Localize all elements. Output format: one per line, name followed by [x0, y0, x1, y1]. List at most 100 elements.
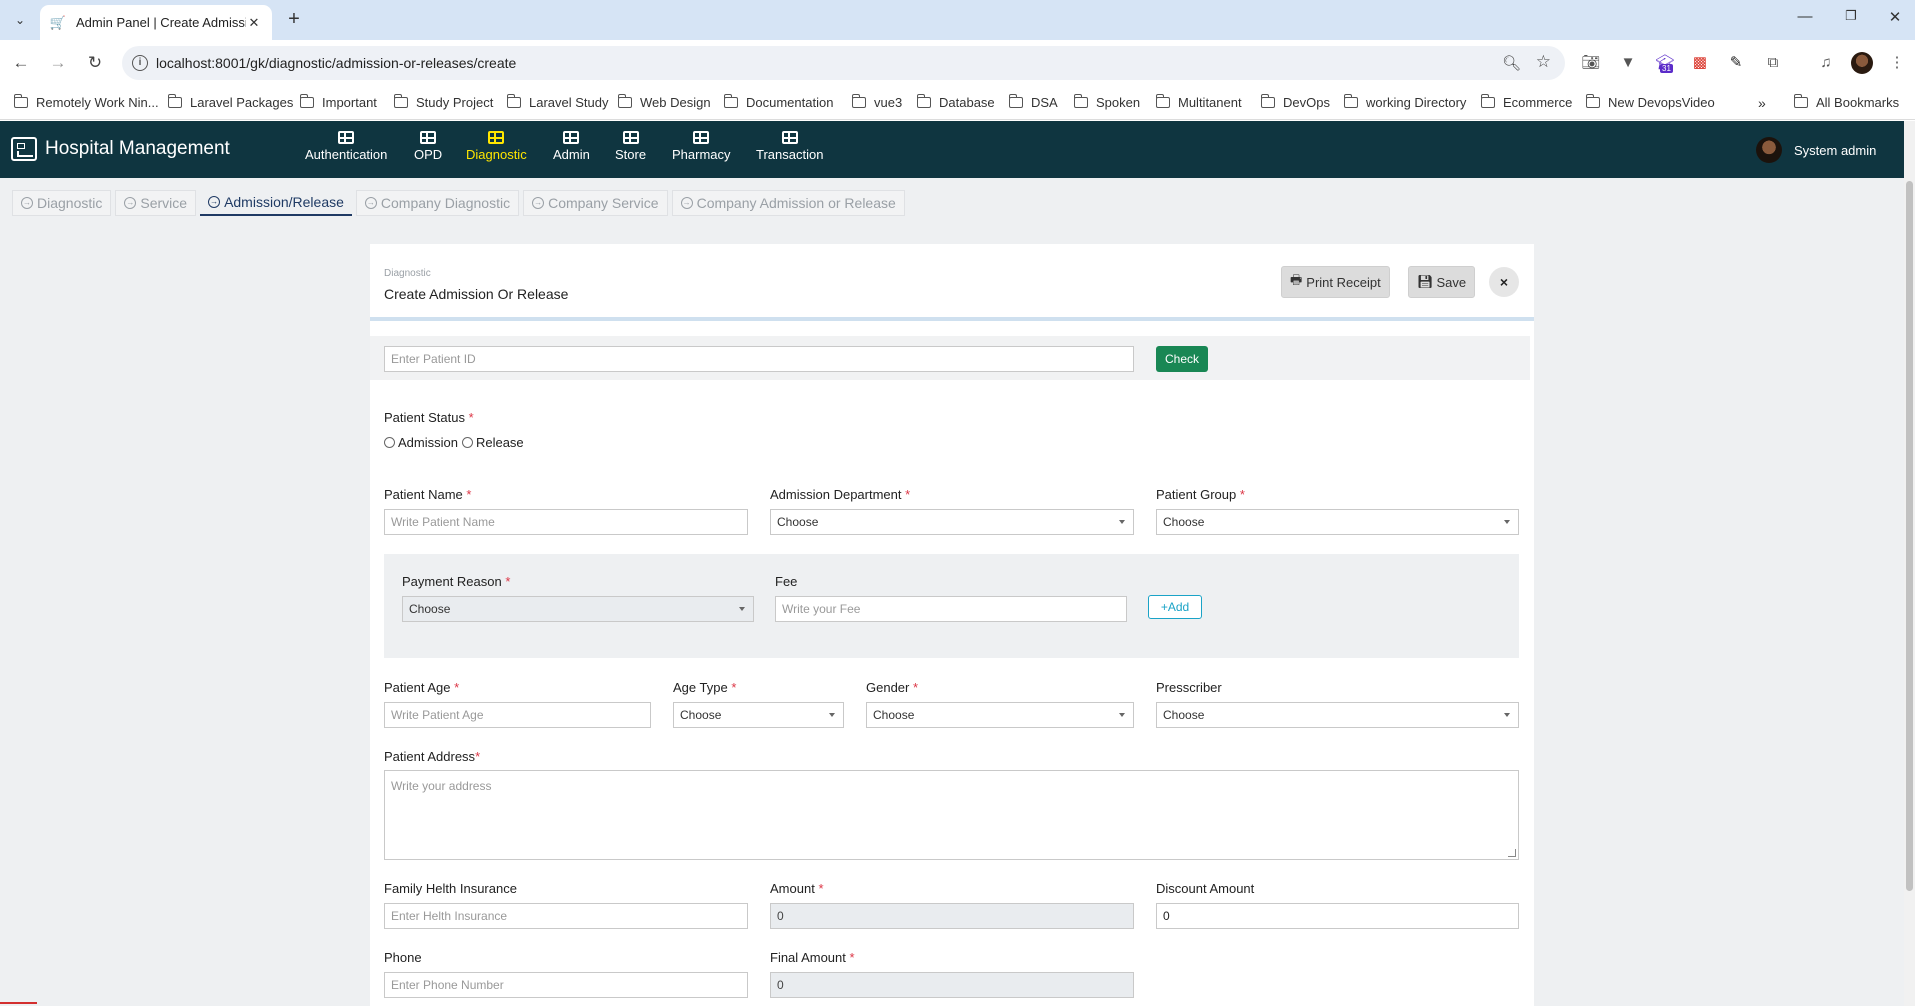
print-receipt-button[interactable]: 🖶 Print Receipt [1281, 266, 1390, 298]
insurance-input[interactable]: Enter Helth Insurance [384, 903, 748, 929]
restore-icon[interactable]: ❐ [1831, 8, 1871, 32]
nav-store[interactable]: Store [615, 131, 646, 162]
bookmark-item[interactable]: Laravel Packages [167, 94, 293, 110]
subtab-service[interactable]: → Service [115, 190, 197, 216]
table-icon [420, 131, 437, 144]
bookmark-star-icon[interactable]: ☆ [1536, 52, 1551, 72]
caret-down-icon [1504, 520, 1510, 524]
nav-pharmacy[interactable]: Pharmacy [672, 131, 731, 162]
reload-icon[interactable]: ↻ [84, 52, 106, 74]
bookmark-item[interactable]: Database [916, 94, 995, 110]
patient-check-row: Enter Patient ID Check [370, 336, 1530, 380]
url-omnibox[interactable]: i localhost:8001/gk/diagnostic/admission… [122, 46, 1565, 80]
nav-authentication[interactable]: Authentication [305, 131, 387, 162]
user-menu[interactable]: System admin [1756, 137, 1876, 163]
folder-icon [1585, 94, 1600, 108]
bookmarks-overflow-icon[interactable]: » [1758, 95, 1766, 111]
final-amount-label: Final Amount * [770, 950, 855, 965]
folder-icon [916, 94, 931, 108]
subtab-admission-release[interactable]: → Admission/Release [200, 190, 352, 216]
laravel-extension-icon[interactable]: ▩ [1689, 52, 1711, 74]
site-info-icon[interactable]: i [132, 55, 148, 71]
page-title: Create Admission Or Release [384, 286, 569, 302]
subtab-company-admission-release[interactable]: → Company Admission or Release [671, 190, 905, 216]
final-amount-input: 0 [770, 972, 1134, 998]
forward-arrow-icon[interactable]: → [47, 52, 69, 74]
eyedropper-extension-icon[interactable]: ✎ [1725, 52, 1747, 74]
discount-input[interactable]: 0 [1156, 903, 1519, 929]
subtab-diagnostic[interactable]: → Diagnostic [12, 190, 112, 216]
payment-reason-select[interactable]: Choose [402, 596, 754, 622]
patient-name-input[interactable]: Write Patient Name [384, 509, 748, 535]
camera-extension-icon[interactable]: 📷︎ [1580, 52, 1602, 74]
puzzle-extensions-icon[interactable]: ⧉ [1762, 52, 1784, 74]
all-bookmarks[interactable]: All Bookmarks [1793, 94, 1899, 110]
save-button[interactable]: 💾︎ Save [1408, 266, 1476, 298]
subtab-company-service[interactable]: → Company Service [523, 190, 668, 216]
dashboard-icon [11, 137, 37, 161]
check-button[interactable]: Check [1156, 346, 1208, 372]
tab-search-chevron-icon[interactable]: ⌄ [8, 8, 32, 32]
browser-tab[interactable]: 🛒 Admin Panel | Create Admission ✕ [40, 5, 272, 40]
bookmark-item[interactable]: Multitanent [1155, 94, 1242, 110]
tab-close-icon[interactable]: ✕ [246, 15, 262, 31]
nav-transaction[interactable]: Transaction [756, 131, 823, 162]
bookmark-item[interactable]: Laravel Study [506, 94, 609, 110]
url-text[interactable]: localhost:8001/gk/diagnostic/admission-o… [156, 55, 516, 71]
chrome-menu-icon[interactable]: ⋮ [1886, 52, 1908, 74]
bookmark-item[interactable]: Remotely Work Nin... [13, 94, 159, 110]
add-fee-button[interactable]: +Add [1148, 595, 1202, 619]
folder-icon [299, 94, 314, 108]
bookmark-item[interactable]: DevOps [1260, 94, 1330, 110]
bookmark-item[interactable]: working Directory [1343, 94, 1466, 110]
bookmark-item[interactable]: vue3 [851, 94, 902, 110]
bookmark-item[interactable]: DSA [1008, 94, 1058, 110]
bookmark-item[interactable]: Web Design [617, 94, 711, 110]
bookmark-item[interactable]: Ecommerce [1480, 94, 1572, 110]
subtab-company-diagnostic[interactable]: → Company Diagnostic [355, 190, 520, 216]
breadcrumb: Diagnostic [384, 268, 431, 279]
bookmark-item[interactable]: Spoken [1073, 94, 1140, 110]
bookmark-item[interactable]: Important [299, 94, 377, 110]
nav-admin[interactable]: Admin [553, 131, 590, 162]
brand[interactable]: Hospital Management [11, 137, 230, 161]
phone-input[interactable]: Enter Phone Number [384, 972, 748, 998]
folder-icon [1008, 94, 1023, 108]
new-tab-icon[interactable]: + [282, 8, 306, 32]
folder-icon [393, 94, 408, 108]
prescriber-select[interactable]: Choose [1156, 702, 1519, 728]
patient-group-select[interactable]: Choose [1156, 509, 1519, 535]
patient-address-textarea[interactable]: Write your address [384, 770, 1519, 860]
browser-tab-bar: ⌄ 🛒 Admin Panel | Create Admission ✕ + —… [0, 0, 1915, 40]
bookmark-item[interactable]: Documentation [723, 94, 833, 110]
media-control-icon[interactable]: ♫ [1815, 52, 1837, 74]
profile-avatar[interactable] [1851, 52, 1873, 74]
release-radio[interactable] [461, 437, 473, 448]
folder-icon [167, 94, 182, 108]
minimize-icon[interactable]: — [1785, 8, 1825, 32]
age-type-select[interactable]: Choose [673, 702, 844, 728]
folder-icon [1343, 94, 1358, 108]
nav-diagnostic[interactable]: Diagnostic [466, 131, 527, 162]
patient-age-input[interactable]: Write Patient Age [384, 702, 651, 728]
patient-group-label: Patient Group * [1156, 487, 1245, 502]
phone-label: Phone [384, 950, 422, 965]
resize-handle-icon[interactable] [1508, 849, 1516, 857]
fee-input[interactable]: Write your Fee [775, 596, 1127, 622]
bookmark-item[interactable]: Study Project [393, 94, 493, 110]
page-scrollbar[interactable] [1904, 121, 1915, 1006]
scrollbar-thumb[interactable] [1906, 181, 1913, 891]
patient-id-input[interactable]: Enter Patient ID [384, 346, 1134, 372]
payment-reason-label: Payment Reason * [402, 574, 511, 589]
admission-radio[interactable] [384, 437, 395, 448]
zoom-icon[interactable]: 🔍︎ [1502, 54, 1521, 72]
back-arrow-icon[interactable]: ← [10, 52, 32, 74]
vue-extension-icon[interactable]: ▼ [1617, 52, 1639, 74]
folder-icon [1155, 94, 1170, 108]
nav-opd[interactable]: OPD [414, 131, 442, 162]
close-button[interactable]: × [1489, 267, 1519, 297]
window-close-icon[interactable]: ✕ [1875, 8, 1915, 32]
gender-select[interactable]: Choose [866, 702, 1134, 728]
bookmark-item[interactable]: New DevopsVideo [1585, 94, 1715, 110]
admission-department-select[interactable]: Choose [770, 509, 1134, 535]
